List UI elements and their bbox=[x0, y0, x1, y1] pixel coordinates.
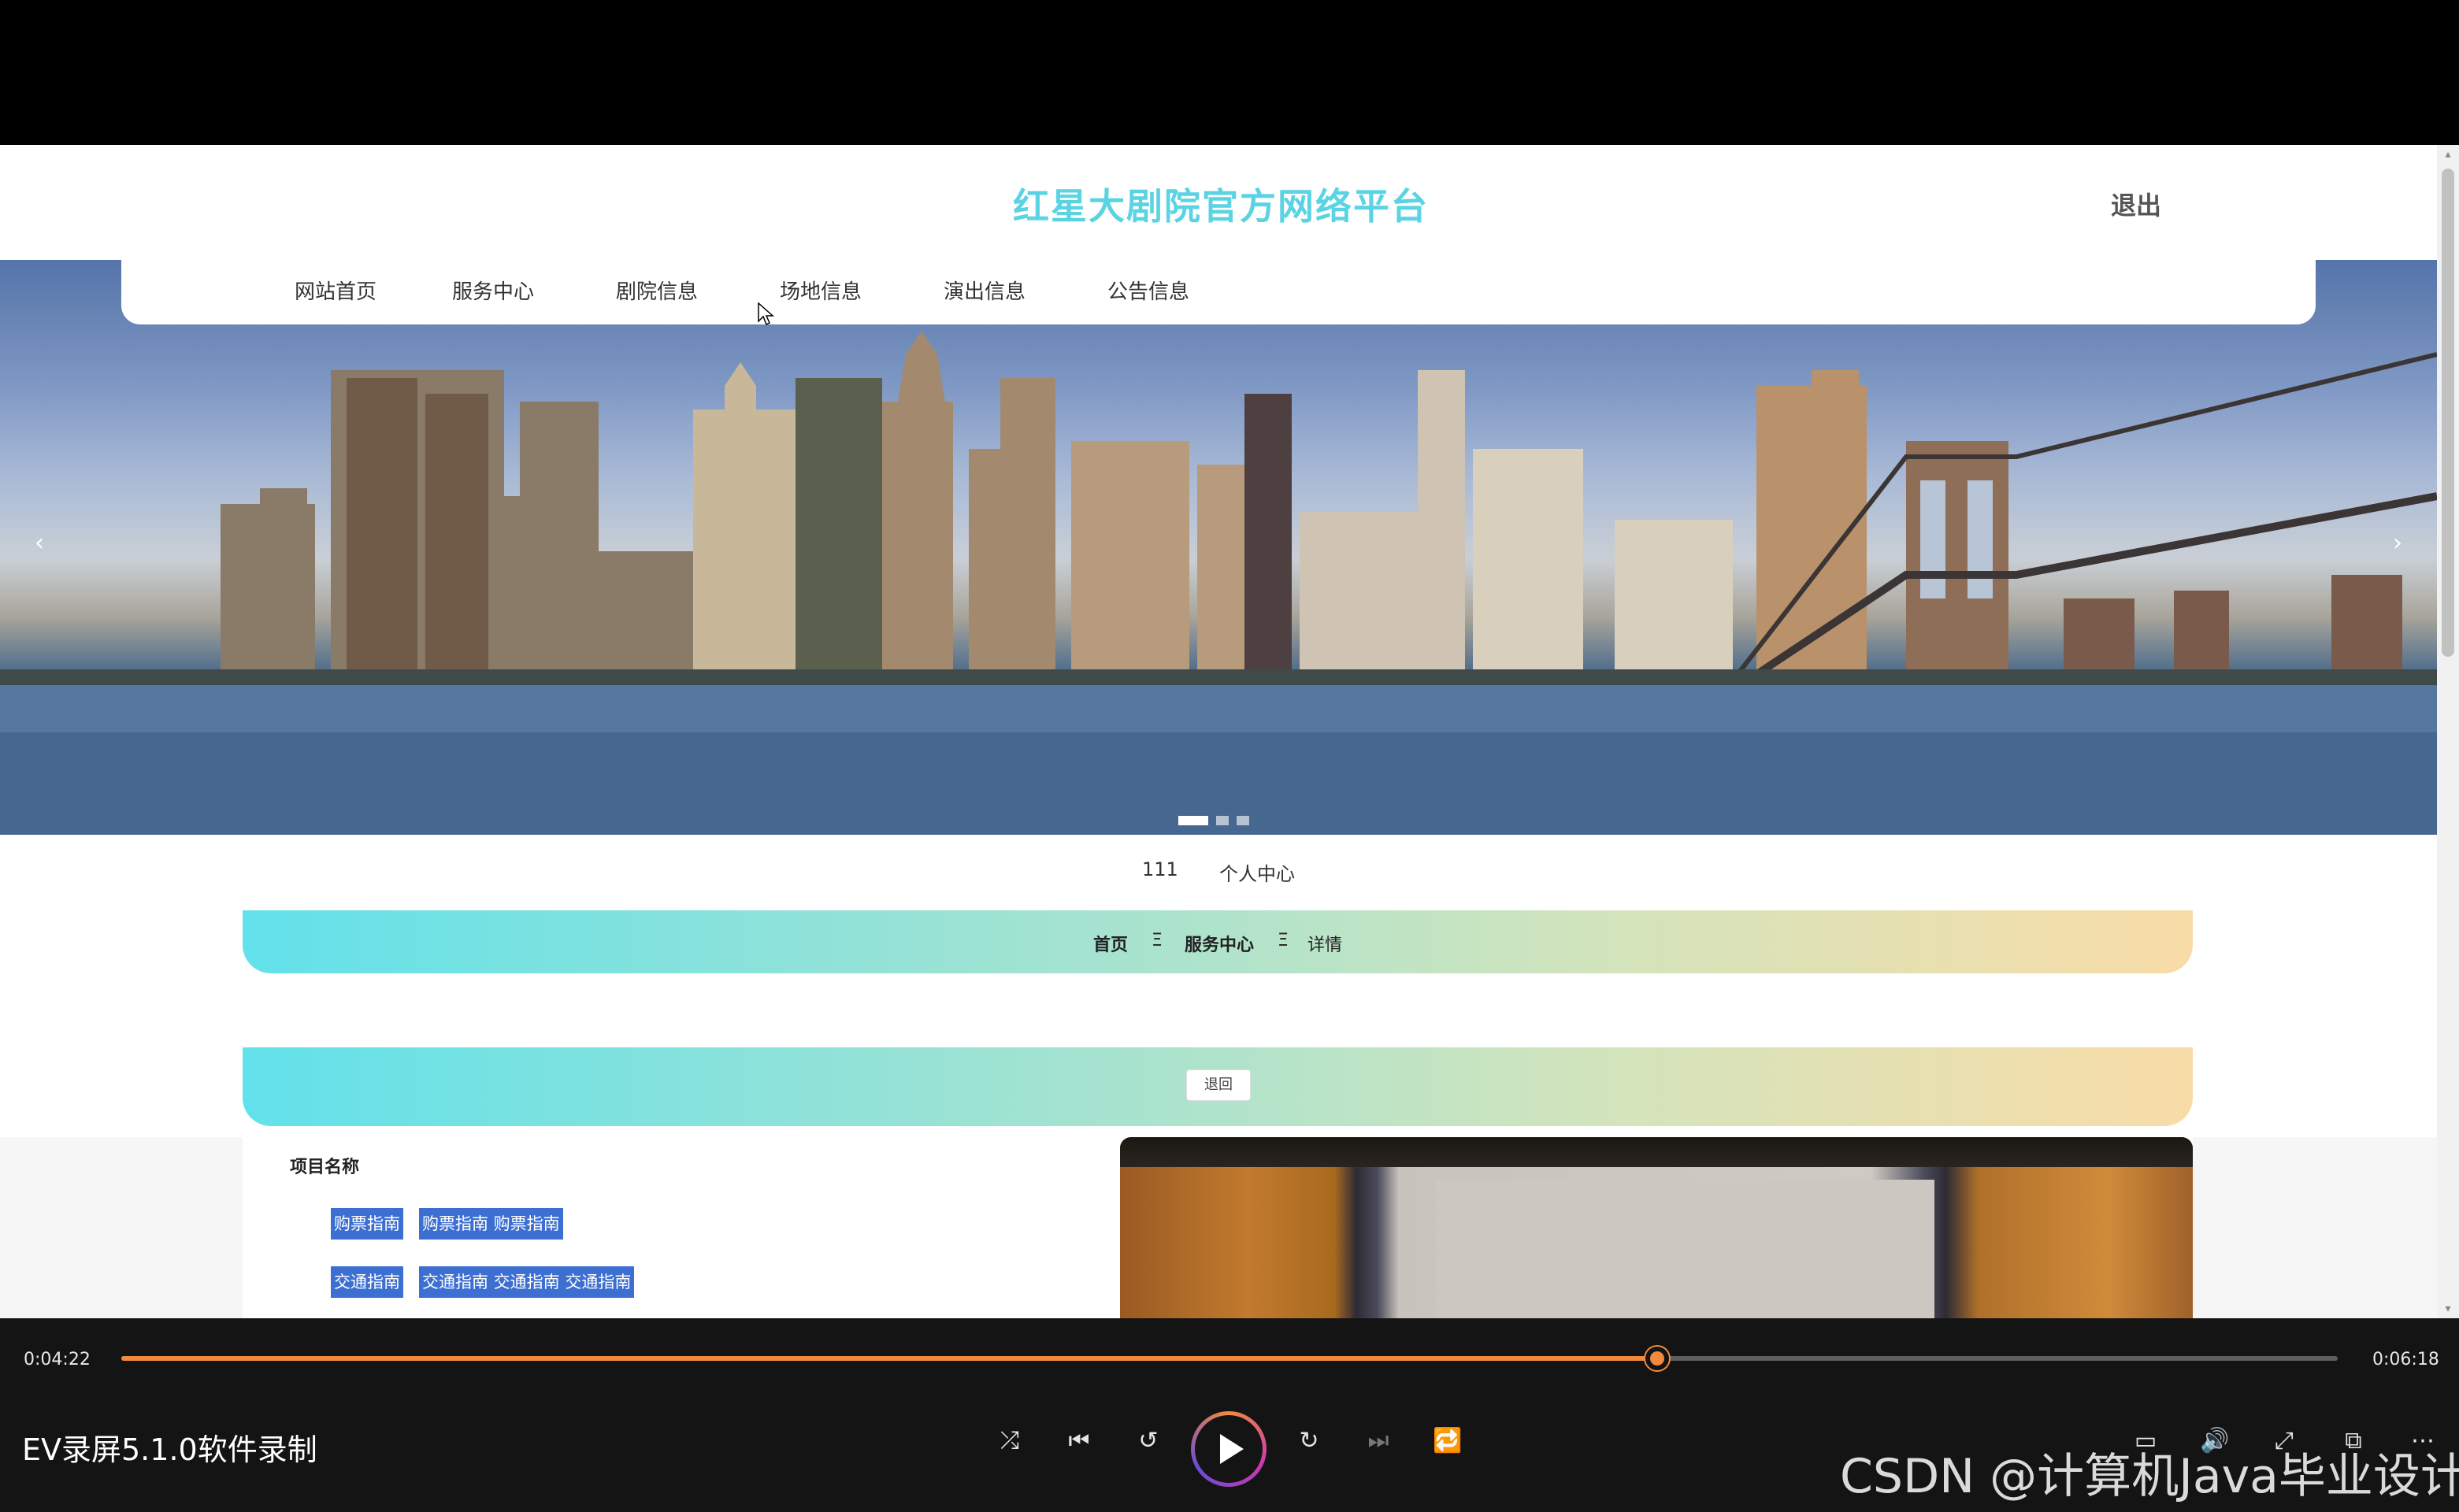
nav-item-show-info[interactable]: 演出信息 bbox=[944, 276, 1026, 305]
user-bar: 111 个人中心 bbox=[0, 835, 2437, 910]
browser-viewport: 红星大剧院官方网络平台 退出 ‹ › 网站首页 服务中心 剧院信息 场地信息 演… bbox=[0, 145, 2459, 1318]
tag-ticket-guide[interactable]: 购票指南 bbox=[331, 1208, 403, 1240]
top-black-band bbox=[0, 0, 2459, 145]
theater-image bbox=[1120, 1137, 2193, 1318]
shuffle-icon[interactable]: ⤮ bbox=[994, 1425, 1026, 1457]
forward-30-icon[interactable]: ↻ bbox=[1293, 1425, 1325, 1457]
nav-item-venue-info[interactable]: 场地信息 bbox=[780, 276, 862, 305]
tag-traffic-guide-multi[interactable]: 交通指南 交通指南 交通指南 bbox=[419, 1266, 635, 1298]
action-bar: 退回 bbox=[243, 1047, 2193, 1126]
mouse-cursor-icon bbox=[758, 302, 774, 326]
banner-dot-1[interactable] bbox=[1178, 816, 1208, 825]
nav-item-theater-info[interactable]: 剧院信息 bbox=[616, 276, 698, 305]
page-scrollbar[interactable]: ▴ ▾ bbox=[2437, 145, 2459, 1318]
scroll-down-icon[interactable]: ▾ bbox=[2442, 1303, 2454, 1315]
site-header: 红星大剧院官方网络平台 退出 bbox=[0, 145, 2437, 260]
banner-prev-arrow[interactable]: ‹ bbox=[24, 528, 55, 559]
seek-handle[interactable] bbox=[1645, 1347, 1670, 1370]
cinema-screen bbox=[1437, 1180, 1934, 1318]
repeat-off-icon[interactable]: 🔁 bbox=[1432, 1425, 1463, 1457]
csdn-watermark: CSDN @计算机Java毕业设计 bbox=[1840, 1449, 2459, 1504]
play-button[interactable] bbox=[1191, 1411, 1267, 1487]
nav-item-service-center[interactable]: 服务中心 bbox=[452, 276, 534, 305]
logout-button[interactable]: 退出 bbox=[2111, 186, 2161, 222]
next-track-icon[interactable]: ⏭ bbox=[1363, 1425, 1394, 1457]
scroll-up-icon[interactable]: ▴ bbox=[2442, 148, 2454, 161]
nav-item-notice-info[interactable]: 公告信息 bbox=[1107, 276, 1189, 305]
banner-dot-3[interactable] bbox=[1237, 816, 1249, 825]
rewind-10-icon[interactable]: ↺ bbox=[1133, 1425, 1164, 1457]
banner-next-arrow[interactable]: › bbox=[2382, 528, 2413, 559]
play-icon bbox=[1220, 1434, 1244, 1464]
tag-traffic-guide[interactable]: 交通指南 bbox=[331, 1266, 403, 1298]
breadcrumb-service-center[interactable]: 服务中心 bbox=[1185, 931, 1254, 956]
recorder-app-name: EV录屏5.1.0软件录制 bbox=[22, 1432, 317, 1467]
username: 111 bbox=[1142, 858, 1178, 880]
tag-ticket-guide-multi[interactable]: 购票指南 购票指南 bbox=[419, 1208, 563, 1240]
main-nav: 网站首页 服务中心 剧院信息 场地信息 演出信息 公告信息 bbox=[121, 260, 2316, 324]
nav-item-home[interactable]: 网站首页 bbox=[295, 276, 376, 305]
current-time: 0:04:22 bbox=[24, 1350, 91, 1369]
site-title: 红星大剧院官方网络平台 bbox=[1013, 185, 1429, 228]
banner-pagination bbox=[1178, 816, 1249, 825]
previous-track-icon[interactable]: ⏮ bbox=[1063, 1425, 1095, 1457]
banner-dot-2[interactable] bbox=[1216, 816, 1229, 825]
total-time: 0:06:18 bbox=[2372, 1350, 2439, 1369]
breadcrumb-home[interactable]: 首页 bbox=[1093, 931, 1128, 956]
scrollbar-thumb[interactable] bbox=[2442, 169, 2454, 657]
breadcrumb-current: 详情 bbox=[1307, 936, 1343, 955]
breadcrumb: 首页 Ξ 服务中心 Ξ 详情 bbox=[243, 910, 2193, 973]
seek-bar[interactable] bbox=[121, 1347, 2338, 1370]
video-player-bar: 0:04:22 0:06:18 EV录屏5.1.0软件录制 ⤮ ⏮ ↺ ↻ ⏭ … bbox=[0, 1318, 2459, 1512]
seek-bar-progress bbox=[121, 1356, 1658, 1361]
city-skyline-image bbox=[0, 331, 2437, 835]
project-name-label: 项目名称 bbox=[290, 1158, 360, 1177]
breadcrumb-separator: Ξ bbox=[1278, 931, 1289, 951]
back-button[interactable]: 退回 bbox=[1186, 1069, 1251, 1101]
user-center-link[interactable]: 个人中心 bbox=[1219, 858, 1295, 886]
hero-banner: ‹ › bbox=[0, 260, 2437, 835]
breadcrumb-separator: Ξ bbox=[1152, 931, 1163, 951]
